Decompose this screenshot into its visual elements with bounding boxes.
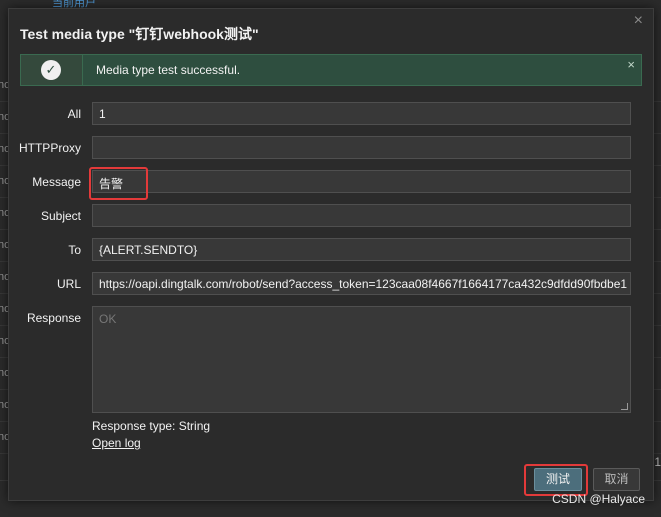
subject-input[interactable] <box>92 204 631 227</box>
success-badge: ✓ <box>21 55 83 85</box>
response-label: Response <box>26 311 81 325</box>
message-label: Message <box>32 175 81 189</box>
to-label: To <box>68 243 81 257</box>
close-icon[interactable]: × <box>634 12 643 30</box>
test-media-type-dialog: × Test media type "钉钉webhook测试" ✓ Media … <box>8 8 654 501</box>
response-type-text: Response type: String <box>92 419 211 433</box>
success-message-text: Media type test successful. <box>96 63 241 77</box>
open-log-link[interactable]: Open log <box>92 436 141 450</box>
response-placeholder: OK <box>99 312 117 326</box>
url-label: URL <box>56 277 81 291</box>
all-label: All <box>67 107 81 121</box>
test-button[interactable]: 测试 <box>534 468 582 491</box>
all-input[interactable]: 1 <box>92 102 631 125</box>
to-input[interactable]: {ALERT.SENDTO} <box>92 238 631 261</box>
check-circle-icon: ✓ <box>41 60 61 80</box>
httpproxy-input[interactable] <box>92 136 631 159</box>
message-input[interactable]: 告警 <box>92 170 631 193</box>
httpproxy-label: HTTPProxy <box>18 141 81 155</box>
resize-handle-icon[interactable] <box>621 403 628 410</box>
url-input[interactable]: https://oapi.dingtalk.com/robot/send?acc… <box>92 272 631 295</box>
success-message: ✓ Media type test successful. × <box>20 54 642 86</box>
message-close-icon[interactable]: × <box>627 57 635 72</box>
dialog-title: Test media type "钉钉webhook测试" <box>20 26 259 42</box>
cancel-button[interactable]: 取消 <box>593 468 640 491</box>
highlight-box <box>89 167 148 200</box>
response-textarea[interactable]: OK <box>92 306 631 413</box>
watermark: CSDN @Halyace <box>552 492 645 506</box>
subject-label: Subject <box>40 209 81 223</box>
